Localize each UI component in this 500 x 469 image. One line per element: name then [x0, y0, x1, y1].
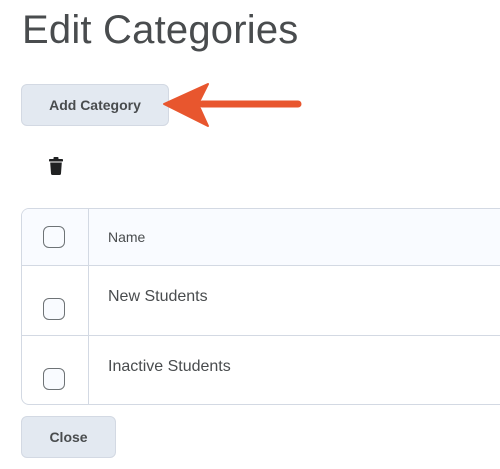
- categories-table: Name New Students Inactive Students: [21, 208, 500, 405]
- table-row: New Students: [22, 266, 500, 336]
- table-row: Inactive Students: [22, 336, 500, 404]
- trash-icon[interactable]: [49, 157, 63, 175]
- category-name: New Students: [108, 288, 208, 305]
- column-divider: [88, 209, 89, 265]
- column-divider: [88, 266, 89, 335]
- table-header-row: Name: [22, 209, 500, 266]
- close-button[interactable]: Close: [21, 416, 116, 458]
- column-divider: [88, 336, 89, 404]
- page-title: Edit Categories: [22, 8, 299, 52]
- row-checkbox[interactable]: [43, 298, 65, 320]
- add-category-button[interactable]: Add Category: [21, 84, 169, 126]
- annotation-arrow-icon: [163, 83, 302, 127]
- name-column-header[interactable]: Name: [108, 229, 145, 245]
- row-checkbox[interactable]: [43, 368, 65, 390]
- select-all-checkbox[interactable]: [43, 226, 65, 248]
- category-name: Inactive Students: [108, 358, 231, 375]
- edit-categories-page: Edit Categories Add Category Name New St…: [0, 0, 500, 469]
